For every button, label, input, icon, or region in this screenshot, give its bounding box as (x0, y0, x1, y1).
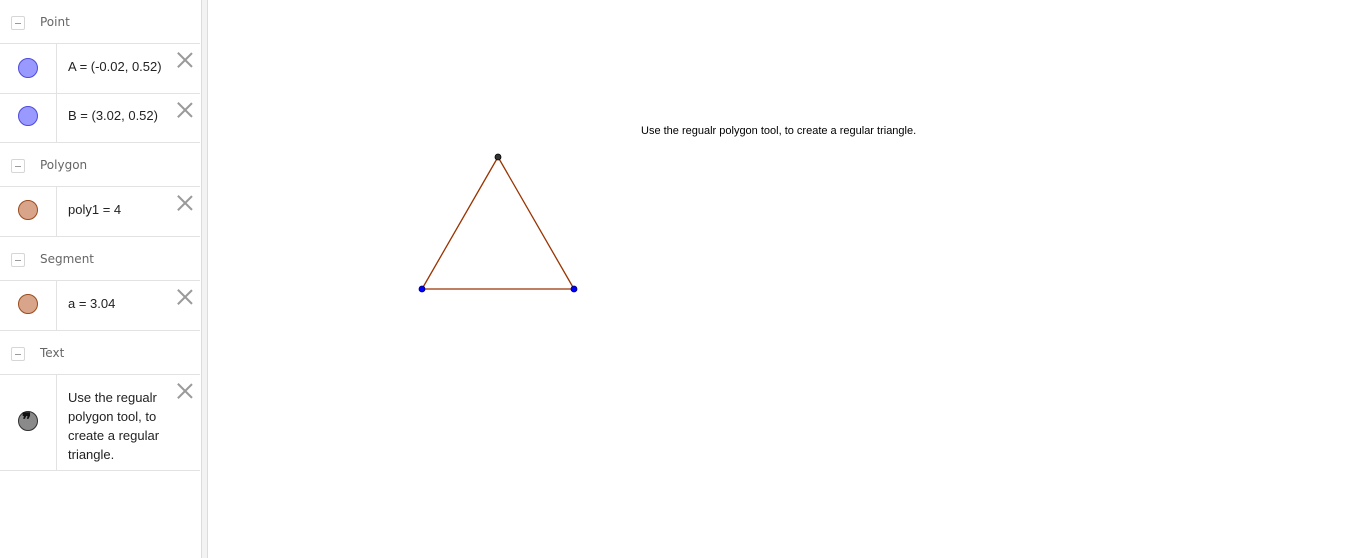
algebra-item-segment-a-text[interactable]: a = 3.04 (68, 296, 115, 311)
group-header-point: Point (0, 0, 200, 44)
visibility-marble-b[interactable] (18, 106, 38, 126)
algebra-item-text1[interactable]: ❞ Use the regualr polygon tool, to creat… (0, 375, 200, 471)
delete-segment-a-icon[interactable] (177, 289, 193, 305)
point-a[interactable] (418, 285, 426, 293)
algebra-item-b[interactable]: B = (3.02, 0.52) (0, 94, 200, 143)
delete-text1-icon[interactable] (177, 383, 193, 399)
delete-poly1-icon[interactable] (177, 195, 193, 211)
group-label-text: Text (40, 346, 65, 360)
algebra-item-poly1-text[interactable]: poly1 = 4 (68, 202, 121, 217)
delete-b-icon[interactable] (177, 102, 193, 118)
point-b[interactable] (570, 285, 578, 293)
collapse-segment-button[interactable] (11, 253, 25, 267)
group-header-segment: Segment (0, 237, 200, 281)
visibility-marble-text1[interactable]: ❞ (18, 410, 38, 431)
collapse-text-button[interactable] (11, 347, 25, 361)
algebra-item-a[interactable]: A = (-0.02, 0.52) (0, 44, 200, 94)
geogebra-app: Point A = (-0.02, 0.52) B = (3.02, 0.52)… (0, 0, 1366, 558)
delete-a-icon[interactable] (177, 52, 193, 68)
marble-cell (0, 281, 57, 330)
graphics-view[interactable]: Use the regualr polygon tool, to create … (208, 0, 1366, 558)
collapse-point-button[interactable] (11, 16, 25, 30)
group-header-polygon: Polygon (0, 143, 200, 187)
graphics-canvas[interactable] (208, 0, 1366, 558)
quote-icon: ❞ (22, 410, 32, 430)
visibility-marble-a[interactable] (18, 58, 38, 78)
visibility-marble-segment-a[interactable] (18, 294, 38, 314)
algebra-item-b-text[interactable]: B = (3.02, 0.52) (68, 108, 158, 123)
algebra-item-text1-text[interactable]: Use the regualr polygon tool, to create … (68, 388, 168, 464)
segment-b[interactable] (497, 156, 575, 290)
segment-c[interactable] (421, 156, 499, 290)
collapse-polygon-button[interactable] (11, 159, 25, 173)
marble-cell (0, 44, 57, 93)
panel-splitter[interactable] (201, 0, 208, 558)
group-label-segment: Segment (40, 252, 94, 266)
algebra-item-a-text[interactable]: A = (-0.02, 0.52) (68, 59, 162, 74)
group-header-text: Text (0, 331, 200, 375)
algebra-item-poly1[interactable]: poly1 = 4 (0, 187, 200, 237)
marble-cell (0, 94, 57, 142)
point-c[interactable] (494, 153, 502, 161)
group-label-polygon: Polygon (40, 158, 88, 172)
visibility-marble-poly1[interactable] (18, 200, 38, 220)
group-label-point: Point (40, 15, 70, 29)
algebra-view: Point A = (-0.02, 0.52) B = (3.02, 0.52)… (0, 0, 201, 558)
marble-cell: ❞ (0, 375, 57, 470)
algebra-item-segment-a[interactable]: a = 3.04 (0, 281, 200, 331)
instruction-text[interactable]: Use the regualr polygon tool, to create … (641, 125, 916, 137)
marble-cell (0, 187, 57, 236)
